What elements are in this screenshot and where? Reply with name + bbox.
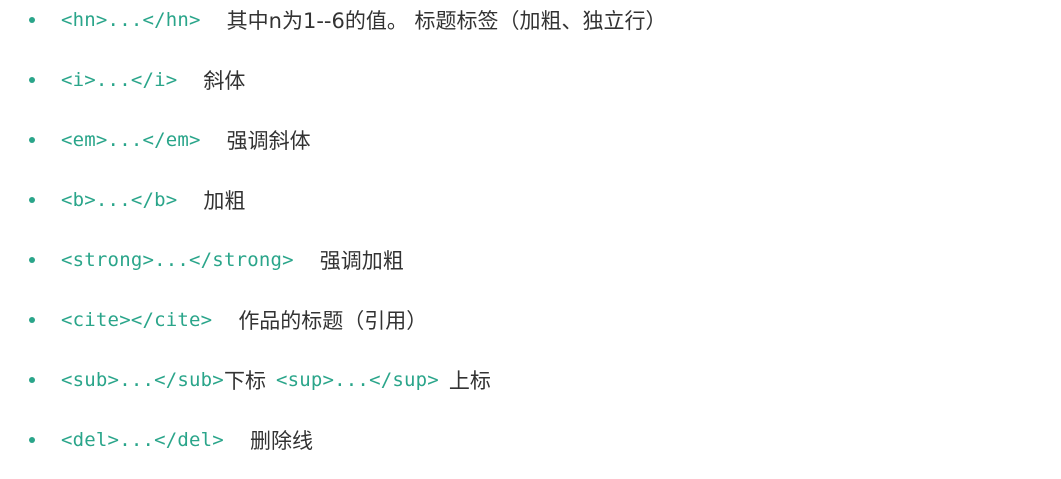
item-description: 加粗 — [203, 189, 246, 213]
code-snippet: <i>...</i> — [61, 69, 178, 91]
item-description: 下标 — [223, 369, 266, 393]
item-content: <sub>...</sub> 下标 <sup>...</sup> 上标 — [61, 365, 491, 395]
bullet — [29, 137, 35, 143]
bullet — [29, 257, 35, 263]
code-snippet: <strong>...</strong> — [61, 249, 294, 271]
item-description: 强调加粗 — [319, 249, 404, 273]
code-snippet: <hn>...</hn> — [61, 9, 201, 31]
item-content: <strong>...</strong> 强调加粗 — [61, 245, 404, 275]
code-snippet: <cite></cite> — [61, 309, 213, 331]
item-description: 删除线 — [249, 429, 313, 453]
item-content: <del>...</del> 删除线 — [61, 425, 313, 455]
code-snippet: <del>...</del> — [61, 429, 224, 451]
code-snippet: <sub>...</sub> — [61, 369, 224, 391]
bullet — [29, 317, 35, 323]
code-snippet: <b>...</b> — [61, 189, 178, 211]
bullet — [29, 77, 35, 83]
item-content: <cite></cite> 作品的标题（引用） — [61, 305, 427, 335]
bullet — [29, 377, 35, 383]
item-content: <i>...</i> 斜体 — [61, 65, 245, 95]
item-description: 斜体 — [203, 69, 246, 93]
item-description: 其中n为1--6的值。 标题标签（加粗、独立行） — [226, 9, 667, 33]
item-description-secondary: 上标 — [448, 369, 491, 393]
item-content: <em>...</em> 强调斜体 — [61, 125, 311, 155]
bullet — [29, 437, 35, 443]
bullet — [29, 17, 35, 23]
item-description: 作品的标题（引用） — [238, 309, 428, 333]
code-snippet-secondary: <sup>...</sup> — [275, 369, 439, 391]
code-snippet: <em>...</em> — [61, 129, 201, 151]
item-content: <hn>...</hn> 其中n为1--6的值。 标题标签（加粗、独立行） — [61, 5, 667, 35]
item-content: <b>...</b> 加粗 — [61, 185, 245, 215]
bullet — [29, 197, 35, 203]
item-description: 强调斜体 — [226, 129, 311, 153]
